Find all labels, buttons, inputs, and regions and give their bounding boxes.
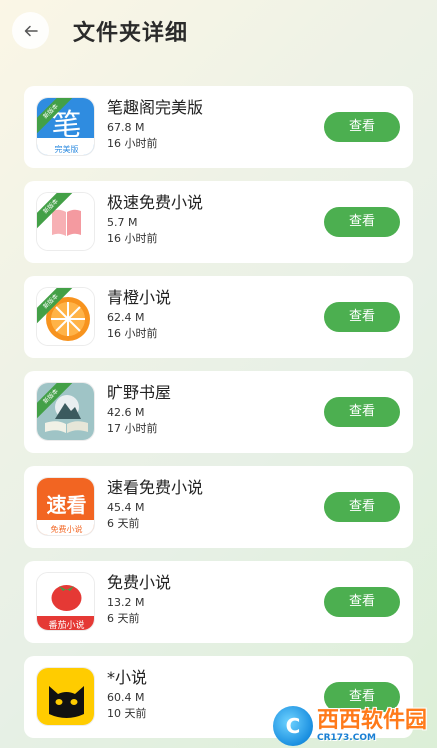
view-button[interactable]: 查看: [324, 207, 400, 237]
header: 文件夹详细: [0, 0, 437, 64]
app-time: 16 小时前: [107, 137, 158, 150]
svg-text:速看: 速看: [47, 493, 87, 517]
app-card[interactable]: 笔 完美版 新版本 笔趣阁完美版 67.8 M 16 小时前 查看: [24, 86, 413, 168]
app-list: 笔 完美版 新版本 笔趣阁完美版 67.8 M 16 小时前 查看 新版本 极速…: [24, 86, 413, 748]
view-button[interactable]: 查看: [324, 397, 400, 427]
app-size: 60.4 M: [107, 691, 145, 704]
mountain-book-icon: 新版本: [36, 382, 95, 441]
biquge-icon: 笔 完美版 新版本: [36, 97, 95, 156]
app-name: 速看免费小说: [107, 478, 204, 497]
watermark-logo-icon: C: [272, 706, 313, 746]
view-button[interactable]: 查看: [324, 302, 400, 332]
orange-slice-icon: 新版本: [36, 287, 95, 346]
arrow-left-icon: [24, 25, 38, 36]
watermark: C 西西软件园 CR173.COM: [237, 704, 437, 748]
back-button[interactable]: [12, 12, 49, 49]
app-name: 青橙小说: [107, 288, 172, 307]
tomato-icon: 番茄小说: [36, 572, 95, 631]
watermark-text: 西西软件园: [316, 708, 427, 733]
sukan-icon: 速看 免费小说: [36, 477, 95, 536]
app-size: 67.8 M: [107, 121, 145, 134]
app-name: 旷野书屋: [107, 383, 172, 402]
app-time: 16 小时前: [107, 327, 158, 340]
app-card[interactable]: 新版本 极速免费小说 5.7 M 16 小时前 查看: [24, 181, 413, 263]
app-time: 17 小时前: [107, 422, 158, 435]
app-size: 42.6 M: [107, 406, 145, 419]
watermark-url: CR173.COM: [316, 733, 376, 743]
page-title: 文件夹详细: [73, 21, 189, 46]
app-time: 6 天前: [107, 612, 140, 625]
open-book-icon: 新版本: [36, 192, 95, 251]
app-size: 5.7 M: [107, 216, 138, 229]
view-button[interactable]: 查看: [324, 112, 400, 142]
app-name: 免费小说: [107, 573, 172, 592]
view-button[interactable]: 查看: [324, 587, 400, 617]
app-time: 6 天前: [107, 517, 140, 530]
svg-text:番茄小说: 番茄小说: [48, 619, 84, 631]
app-card[interactable]: 新版本 青橙小说 62.4 M 16 小时前 查看: [24, 276, 413, 358]
app-name: 笔趣阁完美版: [107, 98, 204, 117]
app-card[interactable]: 新版本 旷野书屋 42.6 M 17 小时前 查看: [24, 371, 413, 453]
app-time: 10 天前: [107, 707, 147, 720]
svg-text:免费小说: 免费小说: [51, 524, 83, 534]
app-name: 极速免费小说: [107, 193, 204, 212]
app-size: 13.2 M: [107, 596, 145, 609]
app-card[interactable]: 速看 免费小说 速看免费小说 45.4 M 6 天前 查看: [24, 466, 413, 548]
black-cat-icon: [36, 667, 95, 726]
app-size: 45.4 M: [107, 501, 145, 514]
app-size: 62.4 M: [107, 311, 145, 324]
app-time: 16 小时前: [107, 232, 158, 245]
app-name: *小说: [107, 668, 148, 687]
svg-text:完美版: 完美版: [55, 144, 79, 154]
view-button[interactable]: 查看: [324, 492, 400, 522]
app-card[interactable]: 番茄小说 免费小说 13.2 M 6 天前 查看: [24, 561, 413, 643]
